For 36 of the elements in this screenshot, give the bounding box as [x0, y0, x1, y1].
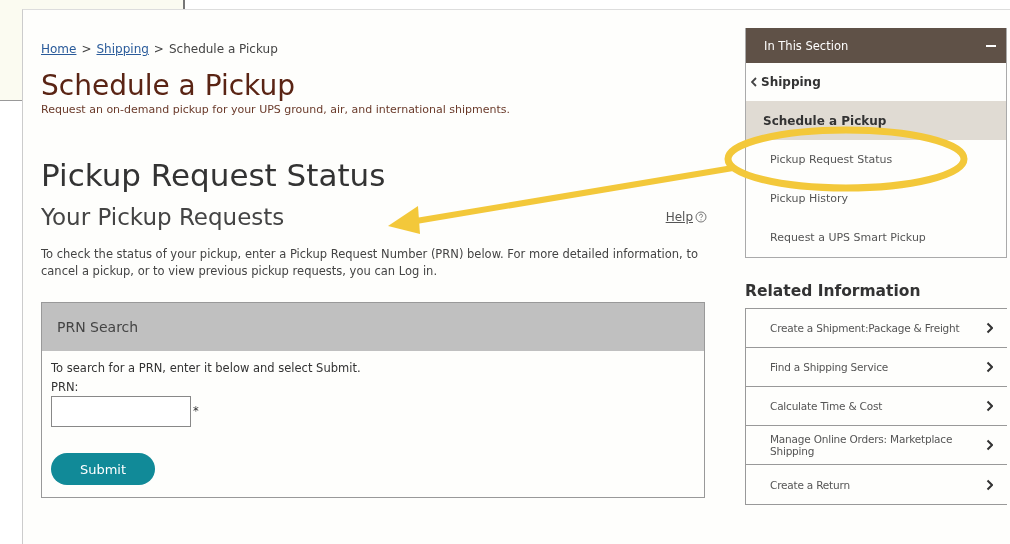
related-link[interactable]: Manage Online Orders: Marketplace Shipping [746, 426, 1007, 465]
related-link[interactable]: Create a Shipment:Package & Freight [746, 309, 1007, 348]
chevron-right-icon [986, 322, 993, 334]
related-link[interactable]: Calculate Time & Cost [746, 387, 1007, 426]
chevron-right-icon [986, 361, 993, 373]
intro-text: To check the status of your pickup, enter a Pickup Request Number (PRN) below. For more detailed information, to cancel a pickup, or to view previous pickup requests, you can Log in. [41, 246, 699, 280]
section-title: Pickup Request Status [41, 156, 387, 194]
chevron-right-icon [986, 400, 993, 412]
breadcrumb-separator: > [153, 42, 164, 56]
submit-button[interactable]: Submit [51, 453, 155, 485]
chevron-left-icon [751, 77, 757, 87]
breadcrumb-link[interactable]: Home [41, 42, 77, 56]
breadcrumb-separator: > [81, 42, 92, 56]
section-nav-item[interactable]: Pickup History [746, 179, 1006, 218]
help-icon[interactable] [695, 211, 707, 223]
breadcrumb-current: Schedule a Pickup [168, 42, 278, 56]
prn-input-field[interactable] [51, 396, 191, 427]
related-heading: Related Information [745, 282, 922, 300]
back-link[interactable]: Shipping [746, 63, 1006, 101]
page-subtitle: Request an on-demand pickup for your UPS ground, air, and international shipments. [41, 103, 511, 116]
instructions-text: To search for a PRN, enter it below and select Submit. [51, 361, 362, 375]
field-label: PRN: [51, 380, 80, 394]
subheading: Your Pickup Requests [41, 204, 286, 230]
section-nav-item[interactable]: Pickup Request Status [746, 140, 1006, 179]
breadcrumb-link[interactable]: Shipping [96, 42, 149, 56]
section-nav-item[interactable]: Request a UPS Smart Pickup [746, 218, 1006, 257]
required-mark: * [193, 404, 199, 418]
chevron-right-icon [986, 439, 993, 451]
panel-title: PRN Search [57, 319, 139, 335]
page-title: Schedule a Pickup [41, 69, 296, 103]
related-link[interactable]: Find a Shipping Service [746, 348, 1007, 387]
collapse-icon[interactable] [986, 44, 996, 47]
chevron-right-icon [986, 478, 993, 491]
section-header[interactable]: In This Section [746, 28, 1006, 63]
related-link[interactable]: Create a Return [746, 465, 1007, 504]
help-link[interactable]: Help [665, 210, 693, 224]
